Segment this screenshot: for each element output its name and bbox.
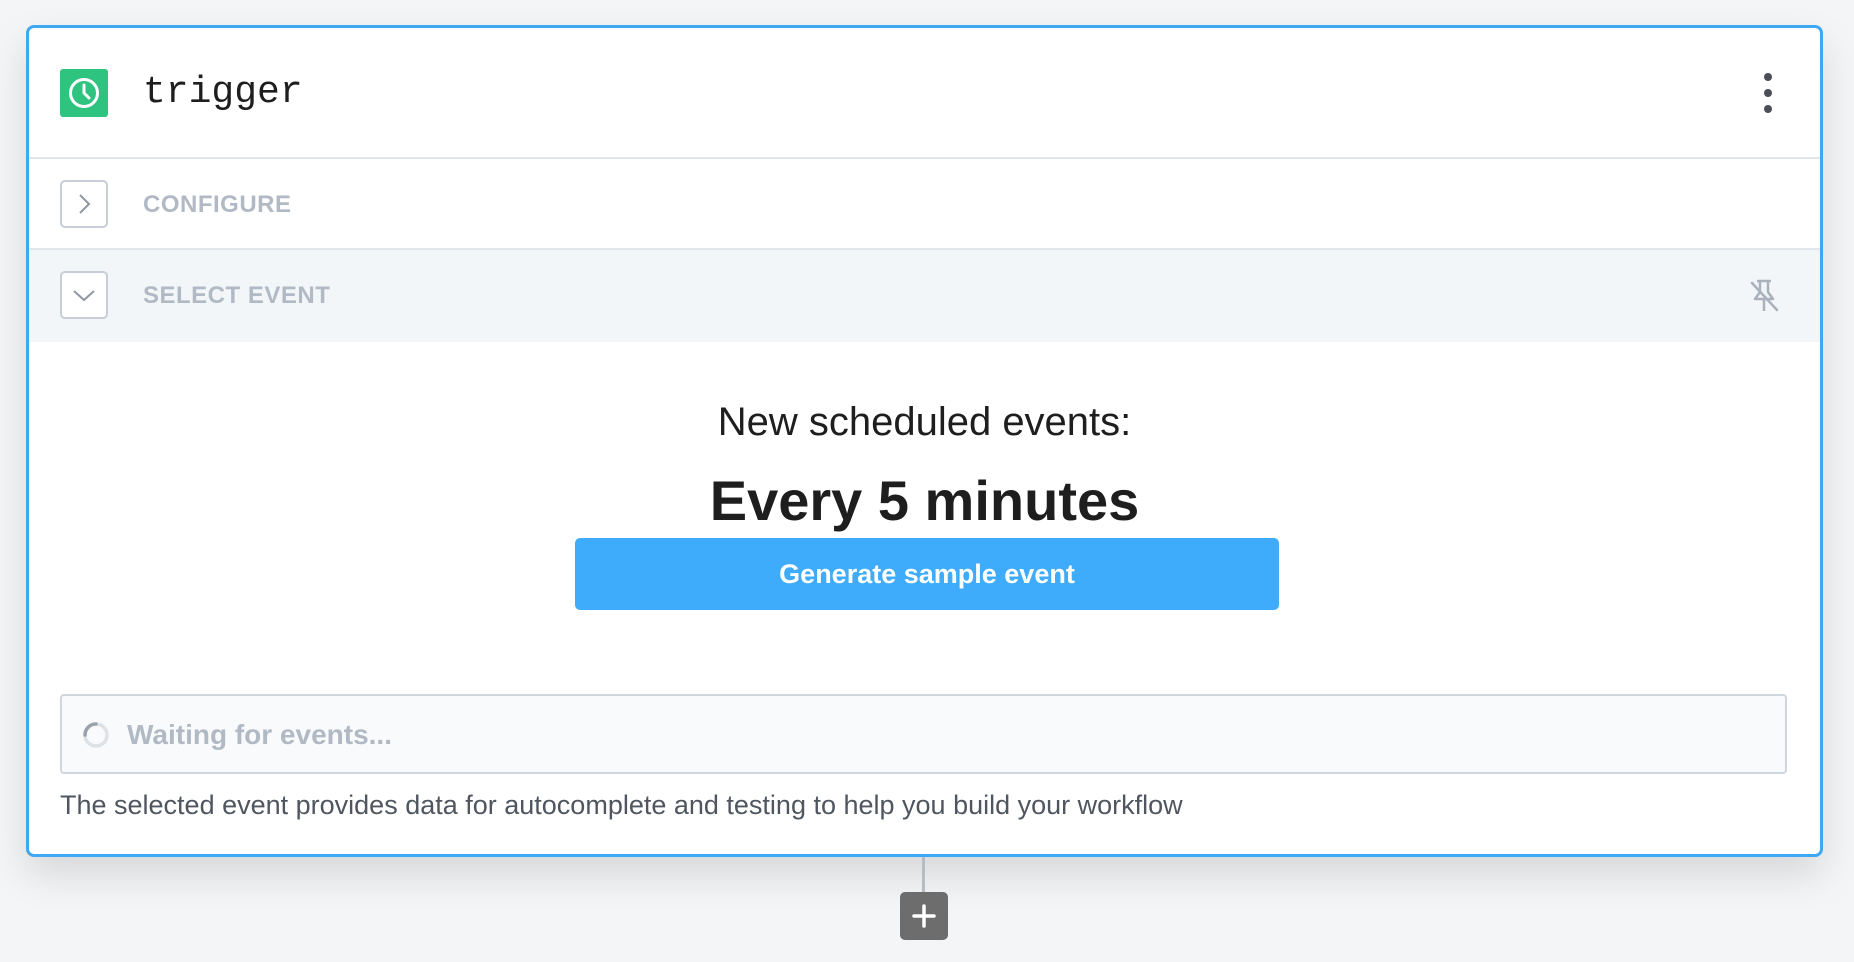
kebab-menu-icon[interactable] bbox=[1758, 73, 1778, 113]
loading-spinner-icon bbox=[82, 721, 110, 749]
helper-text: The selected event provides data for aut… bbox=[60, 790, 1183, 820]
trigger-step-card: trigger CONFIGURE SELECT EVENT New sched… bbox=[26, 25, 1823, 857]
step-header: trigger bbox=[29, 28, 1820, 159]
plus-icon bbox=[912, 904, 936, 928]
waiting-status-box: Waiting for events... bbox=[60, 694, 1787, 774]
add-step-button[interactable] bbox=[900, 892, 948, 940]
generate-sample-event-button[interactable]: Generate sample event bbox=[575, 538, 1279, 610]
chevron-right-icon[interactable] bbox=[60, 180, 108, 228]
configure-section[interactable]: CONFIGURE bbox=[29, 159, 1820, 250]
schedule-interval: Every 5 minutes bbox=[709, 469, 1140, 532]
unpin-icon[interactable] bbox=[1746, 277, 1782, 315]
clock-icon bbox=[60, 69, 108, 117]
step-title[interactable]: trigger bbox=[143, 70, 303, 116]
step-connector-line bbox=[922, 857, 925, 892]
select-event-label: SELECT EVENT bbox=[143, 282, 331, 309]
select-event-section[interactable]: SELECT EVENT bbox=[29, 250, 1820, 342]
event-heading: New scheduled events: bbox=[717, 400, 1132, 444]
chevron-down-icon[interactable] bbox=[60, 271, 108, 319]
waiting-text: Waiting for events... bbox=[127, 719, 392, 750]
configure-label: CONFIGURE bbox=[143, 191, 292, 218]
